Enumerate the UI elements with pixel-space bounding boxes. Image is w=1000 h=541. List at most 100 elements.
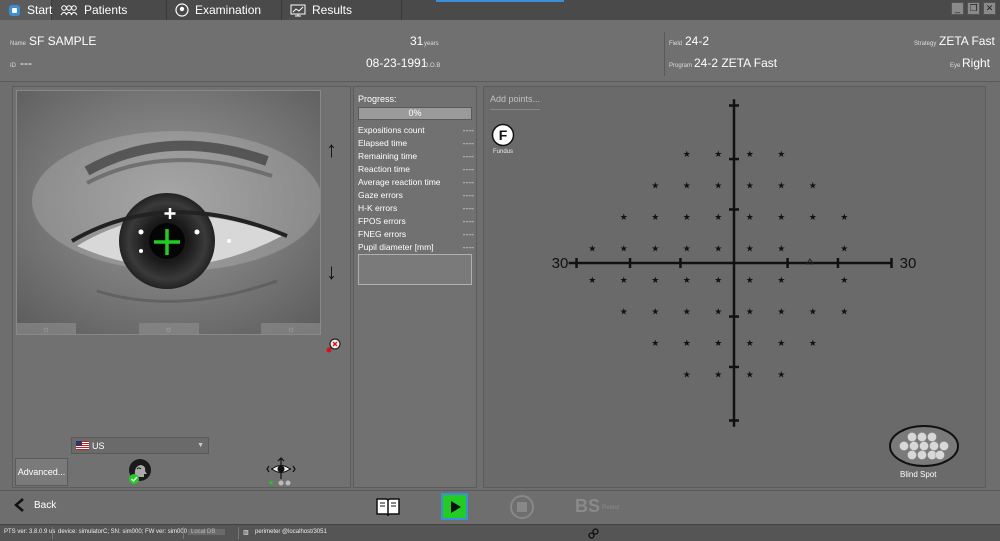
test-point: ★ <box>714 150 722 160</box>
test-point: ★ <box>746 150 754 160</box>
stat-label: Pupil diameter [mm] <box>358 242 434 252</box>
status-device: device: simulatorC; SN: sim000; FW ver: … <box>58 529 188 535</box>
stat-value: ---- <box>462 125 474 135</box>
back-button[interactable]: Back <box>12 497 56 513</box>
brightness-strip: ☼ ☼ ☼ <box>16 323 321 335</box>
stat-label: Average reaction time <box>358 177 441 187</box>
test-point: ★ <box>620 213 628 223</box>
zoom-tracking-icon[interactable] <box>326 337 342 353</box>
test-point: ★ <box>651 213 659 223</box>
head-sound-icon[interactable] <box>126 457 154 485</box>
advanced-button[interactable]: Advanced... <box>15 458 68 486</box>
tab-patients-label: Patients <box>84 3 128 17</box>
db-icon: ▥ <box>243 530 249 536</box>
stat-value: ---- <box>462 190 474 200</box>
id-label: ID <box>10 63 16 69</box>
test-point: ★ <box>809 181 817 191</box>
svg-text:★: ★ <box>268 479 274 487</box>
stop-icon[interactable] <box>509 494 535 520</box>
brightness-high-button[interactable]: ☼ <box>261 323 321 335</box>
test-point: ★ <box>714 181 722 191</box>
eye-tracking-icon[interactable]: ★ <box>266 457 296 487</box>
test-point: ★ <box>840 276 848 286</box>
test-point: ★ <box>714 213 722 223</box>
stat-row: Gaze errors ---- <box>358 190 474 200</box>
test-point: ★ <box>588 244 596 254</box>
test-point: ★ <box>777 339 785 349</box>
test-point: ★ <box>809 213 817 223</box>
stat-label: Reaction time <box>358 164 410 174</box>
eye-value: Right <box>962 56 991 70</box>
window-controls: _ ❐ ✕ <box>951 2 996 15</box>
retest-label: Retest <box>602 505 620 511</box>
test-point: ★ <box>746 307 754 317</box>
patient-dob: 08-23-1991 <box>366 56 428 70</box>
stat-row: FPOS errors ---- <box>358 216 474 226</box>
field-label: Field <box>669 41 683 47</box>
progress-panel: Progress: 0% Expositions count ---- Elapse… <box>353 86 477 488</box>
brightness-mid-button[interactable]: ☼ <box>138 323 199 335</box>
blind-spot-retest-button[interactable]: BS <box>575 496 600 517</box>
tab-start[interactable]: Start <box>0 0 52 20</box>
arrow-down-button[interactable]: ↓ <box>326 259 337 285</box>
test-point: ★ <box>746 181 754 191</box>
stat-value: ---- <box>462 229 474 239</box>
eye-label: Eye <box>950 63 961 69</box>
language-select[interactable]: US ▼ <box>71 437 209 454</box>
field-value: 24-2 <box>685 34 710 48</box>
test-point: ★ <box>651 181 659 191</box>
test-point: ★ <box>651 244 659 254</box>
eye-camera-view[interactable] <box>16 90 321 335</box>
dob-label: D.O.B <box>424 63 441 69</box>
chevron-down-icon: ▼ <box>197 442 204 449</box>
start-test-button[interactable] <box>441 493 468 520</box>
brightness-low-button[interactable]: ☼ <box>16 323 76 335</box>
test-point: ★ <box>746 370 754 380</box>
header-divider <box>664 32 665 76</box>
test-points: ★ ★ ★ ★ ★ ★ ★ ★ ★ ★ ★ ★ ★ ★ ★ ★ ★ ★ ★ ★ ★ ★ ★ ★ ★ ★ ★ ★ ★ ★ ★ ★ ★ ★ ★ ★ ★ ★ ★ ★… <box>588 150 848 381</box>
status-version: PTS ver: 3.8.0.9 us <box>4 529 56 535</box>
stat-row: Remaining time ---- <box>358 151 474 161</box>
head-icon <box>175 3 189 17</box>
test-point: ★ <box>714 339 722 349</box>
test-point: ★ <box>683 181 691 191</box>
arrow-up-button[interactable]: ↑ <box>326 137 337 163</box>
back-arrow-icon <box>14 498 24 512</box>
test-point: ★ <box>840 213 848 223</box>
test-point: ★ <box>651 339 659 349</box>
stat-value: ---- <box>462 242 474 252</box>
test-point: ★ <box>840 244 848 254</box>
app-logo-icon <box>9 4 20 16</box>
stat-label: FNEG errors <box>358 229 407 239</box>
us-flag-icon <box>76 441 89 450</box>
stat-value: ---- <box>462 151 474 161</box>
stat-row: Expositions count ---- <box>358 125 474 135</box>
test-point: ★ <box>683 307 691 317</box>
tab-start-label: Start <box>27 3 53 17</box>
stat-row: Pupil diameter [mm] ---- <box>358 242 474 252</box>
patients-icon <box>60 5 78 16</box>
tab-results[interactable]: Results <box>282 0 402 20</box>
restore-button[interactable]: ❐ <box>967 2 980 15</box>
test-point: ★ <box>714 307 722 317</box>
main-tab-bar: Start Patients Examination Results _ ❐ ✕ <box>0 0 1000 20</box>
tab-examination[interactable]: Examination <box>167 0 282 20</box>
stat-label: H-K errors <box>358 203 398 213</box>
test-point: ★ <box>683 150 691 160</box>
book-icon[interactable] <box>375 494 401 520</box>
tab-patients[interactable]: Patients <box>52 0 167 20</box>
close-button[interactable]: ✕ <box>983 2 996 15</box>
link-icon[interactable] <box>588 528 599 539</box>
stat-value: ---- <box>462 138 474 148</box>
blind-spot-button[interactable] <box>888 425 960 470</box>
axis-label-right: 30 <box>900 255 917 272</box>
test-point: ★ <box>714 370 722 380</box>
name-label: Name <box>10 41 27 47</box>
test-point: ★ <box>746 339 754 349</box>
test-point: ★ <box>840 307 848 317</box>
language-value: US <box>92 440 105 451</box>
test-point: ★ <box>746 213 754 223</box>
notes-box[interactable] <box>358 254 472 285</box>
test-point: ★ <box>620 244 628 254</box>
minimize-button[interactable]: _ <box>951 2 964 15</box>
